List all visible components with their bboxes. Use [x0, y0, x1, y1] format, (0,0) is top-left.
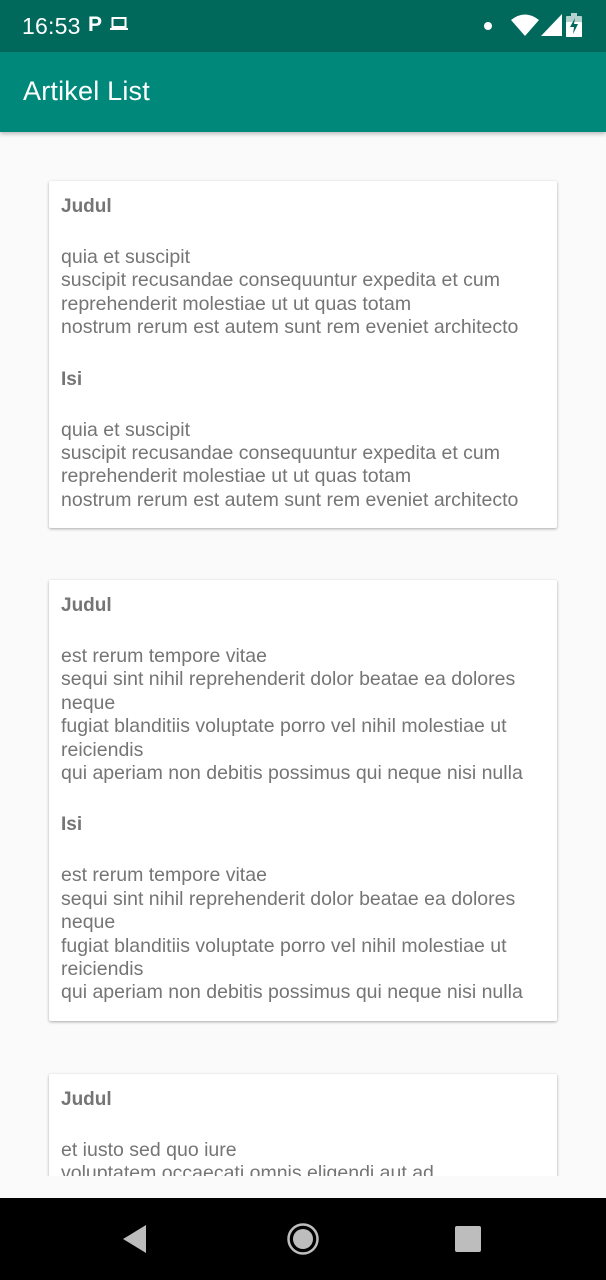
article-card[interactable]: Judul quia et suscipit suscipit recusand… — [49, 181, 557, 528]
article-card[interactable]: Judul et iusto sed quo iure voluptatem o… — [49, 1074, 557, 1176]
status-bar: 16:53 P — [0, 0, 606, 52]
app-bar: Artikel List — [0, 52, 606, 132]
back-icon[interactable] — [122, 1224, 148, 1259]
isi-label: Isi — [61, 368, 83, 390]
isi-text: quia et suscipit suscipit recusandae con… — [61, 418, 519, 511]
notification-dot-icon — [484, 22, 492, 30]
wifi-icon — [511, 14, 539, 41]
isi-label: Isi — [61, 814, 83, 836]
article-card[interactable]: Judul est rerum tempore vitae sequi sint… — [49, 580, 557, 1021]
judul-label: Judul — [61, 595, 112, 616]
judul-text: et iusto sed quo iure voluptatem occaeca… — [61, 1139, 434, 1176]
cell-signal-icon — [541, 14, 562, 41]
isi-text: est rerum tempore vitae sequi sint nihil… — [61, 864, 523, 1004]
home-icon[interactable] — [287, 1223, 319, 1260]
parking-indicator: P — [88, 13, 103, 36]
judul-text: est rerum tempore vitae sequi sint nihil… — [61, 645, 523, 785]
recents-icon[interactable] — [455, 1226, 481, 1257]
status-time: 16:53 — [22, 13, 81, 39]
judul-text: quia et suscipit suscipit recusandae con… — [61, 246, 519, 339]
judul-label: Judul — [61, 196, 112, 217]
article-list[interactable]: Judul quia et suscipit suscipit recusand… — [0, 132, 606, 1176]
navigation-bar — [0, 1198, 606, 1280]
app-title: Artikel List — [23, 76, 150, 106]
battery-charging-icon — [566, 13, 582, 42]
judul-label: Judul — [61, 1089, 112, 1110]
laptop-icon — [110, 16, 128, 37]
